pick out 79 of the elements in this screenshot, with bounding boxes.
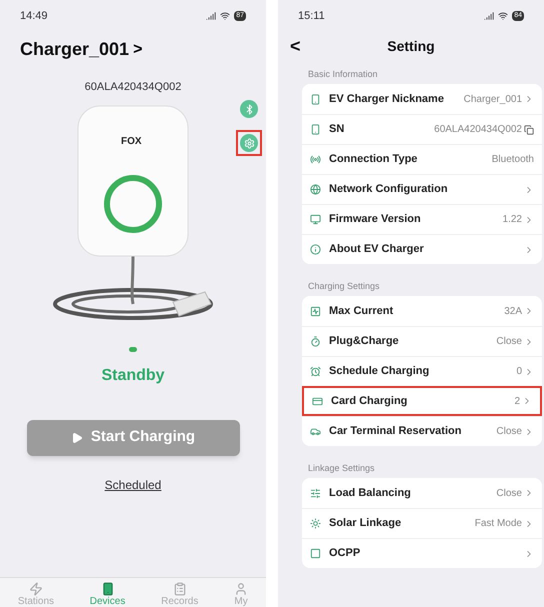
row-icon — [310, 94, 321, 104]
bluetooth-icon — [244, 104, 254, 114]
back-button[interactable]: < — [290, 32, 301, 60]
row-icon — [310, 548, 321, 559]
status-time: 15:11 — [298, 8, 325, 24]
row-icon — [310, 184, 321, 195]
status-time: 14:49 — [20, 8, 48, 24]
row-icon — [310, 426, 321, 437]
wifi-icon — [498, 11, 508, 21]
row-icon — [310, 336, 321, 347]
row-value: 60ALA420434Q002 — [434, 123, 522, 137]
row-label: SN — [329, 122, 344, 138]
settings-row[interactable]: Card Charging 2 — [302, 386, 542, 416]
row-icon — [310, 488, 321, 498]
row-value: Close — [496, 335, 522, 349]
row-value: Fast Mode — [474, 517, 522, 531]
row-icon — [310, 214, 321, 225]
row-label: OCPP — [329, 546, 360, 562]
row-value: Close — [496, 486, 522, 500]
settings-row[interactable]: Max Current 32A — [302, 296, 542, 326]
play-icon — [70, 432, 83, 444]
row-icon — [310, 306, 321, 316]
charger-logo: FOX — [121, 134, 142, 148]
wifi-icon — [220, 11, 230, 21]
row-value: 0 — [516, 365, 522, 379]
row-icon — [310, 124, 321, 135]
settings-row[interactable]: Network Configuration — [302, 174, 542, 204]
row-label: Firmware Version — [329, 212, 421, 228]
section-title: Basic Information — [307, 68, 379, 81]
signal-icon — [484, 11, 494, 21]
row-value: Charger_001 — [464, 92, 522, 106]
settings-row[interactable]: Connection Type Bluetooth — [302, 144, 542, 174]
row-value: 2 — [514, 394, 520, 408]
row-label: Plug&Charge — [329, 334, 399, 350]
row-value: Close — [496, 425, 522, 439]
tab-icon — [100, 582, 115, 596]
settings-icon — [244, 138, 254, 148]
settings-row[interactable]: OCPP — [302, 538, 542, 568]
row-icon — [310, 366, 321, 377]
row-icon — [310, 244, 321, 255]
row-label: Load Balancing — [329, 486, 411, 501]
row-label: Card Charging — [331, 394, 408, 409]
settings-button[interactable] — [236, 130, 262, 156]
settings-row[interactable]: Load Balancing Close — [302, 478, 542, 508]
settings-row[interactable]: EV Charger Nickname Charger_001 — [302, 84, 542, 114]
settings-row[interactable]: About EV Charger — [302, 234, 542, 264]
row-icon — [310, 518, 321, 529]
row-label: Connection Type — [329, 152, 418, 168]
screen-title: Setting — [387, 36, 435, 56]
title-chevron[interactable]: > — [133, 38, 142, 62]
settings-row[interactable]: SN 60ALA420434Q002 — [302, 114, 542, 144]
row-value: Bluetooth — [492, 153, 534, 167]
settings-row[interactable]: Schedule Charging 0 — [302, 356, 542, 386]
device-title[interactable]: Charger_001 — [20, 36, 130, 63]
section-title: Charging Settings — [307, 280, 381, 293]
signal-icon — [206, 11, 216, 21]
row-value: 1.22 — [502, 213, 522, 227]
row-value: 32A — [504, 304, 522, 318]
row-label: Solar Linkage — [329, 516, 402, 532]
row-label: Network Configuration — [329, 182, 448, 198]
settings-row[interactable]: Firmware Version 1.22 — [302, 204, 542, 234]
settings-row[interactable]: Car Terminal Reservation Close — [302, 416, 542, 446]
scheduled-link[interactable]: Scheduled — [104, 476, 162, 494]
serial-number: 60ALA420434Q002 — [84, 80, 182, 95]
row-icon — [310, 154, 321, 165]
section-title: Linkage Settings — [307, 462, 376, 475]
settings-row[interactable]: Solar Linkage Fast Mode — [302, 508, 542, 538]
tab-icon — [28, 582, 43, 596]
copy-icon[interactable] — [524, 124, 534, 134]
row-label: Schedule Charging — [329, 364, 430, 380]
row-label: Max Current — [329, 304, 394, 319]
tab-icon — [172, 582, 187, 596]
charger-status: Standby — [101, 366, 165, 386]
row-label: About EV Charger — [329, 242, 424, 258]
settings-row[interactable]: Plug&Charge Close — [302, 326, 542, 356]
row-icon — [312, 396, 323, 406]
row-label: Car Terminal Reservation — [329, 424, 462, 440]
tab-icon — [234, 582, 248, 596]
row-label: EV Charger Nickname — [329, 92, 444, 107]
